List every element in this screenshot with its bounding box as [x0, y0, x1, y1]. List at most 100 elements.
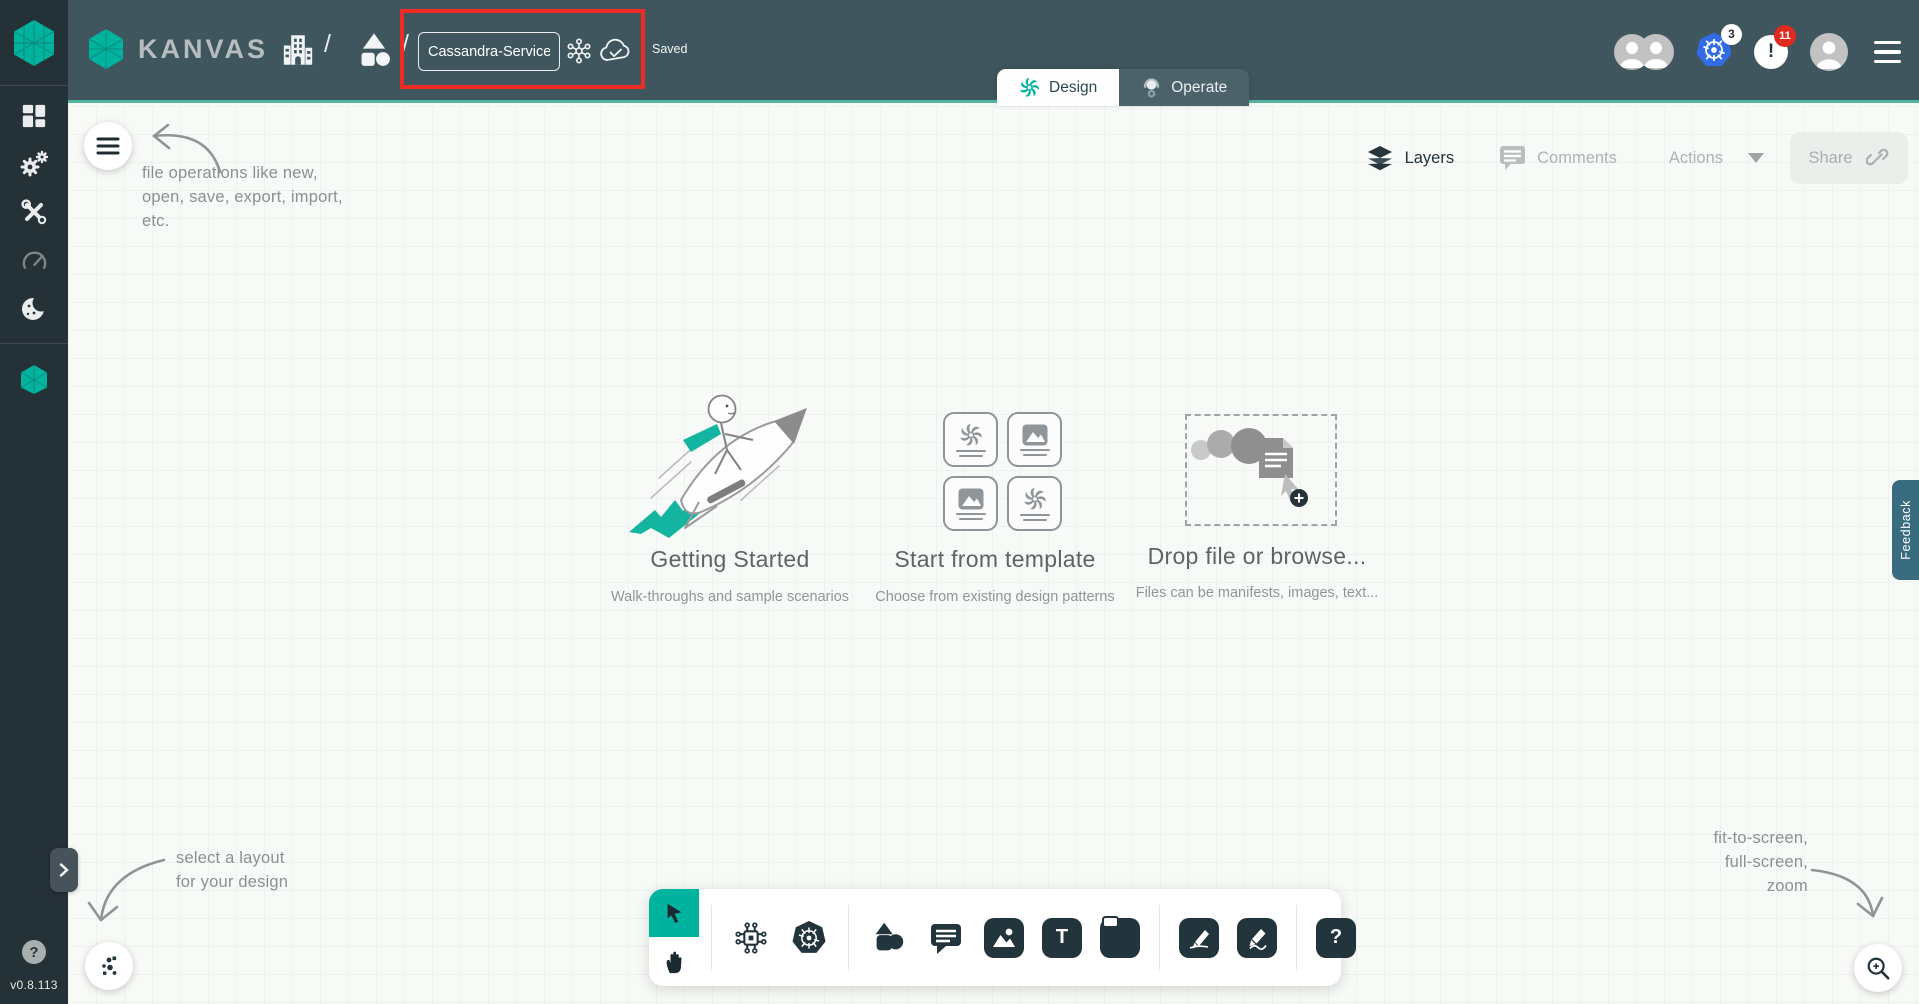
- layers-button[interactable]: Layers: [1366, 145, 1455, 171]
- tab-design[interactable]: Design: [997, 69, 1120, 106]
- frame-icon: [1102, 915, 1119, 928]
- design-canvas[interactable]: file operations like new, open, save, ex…: [68, 106, 1919, 1004]
- actions-label: Actions: [1668, 148, 1723, 167]
- merge-environment-button[interactable]: [560, 32, 598, 70]
- actions-dropdown[interactable]: Actions: [1669, 149, 1764, 168]
- magnifier-plus-icon: [1867, 957, 1890, 980]
- select-tool-button[interactable]: [649, 889, 699, 937]
- breadcrumb-separator-2: /: [402, 30, 409, 58]
- person-icon: [1644, 42, 1668, 68]
- design-swirl-icon: [1020, 77, 1039, 97]
- bottom-toolbar: T ?: [649, 889, 1356, 986]
- start-from-template-card[interactable]: [943, 412, 1062, 531]
- start-from-template-title[interactable]: Start from template: [894, 546, 1095, 573]
- rocket-sketch-illustration: [629, 394, 807, 538]
- meshery-logo[interactable]: [0, 0, 68, 86]
- user-avatar[interactable]: [1810, 33, 1848, 71]
- canvas-control-row: Layers Comments Actions Share: [1366, 132, 1908, 184]
- save-to-cloud-button[interactable]: [596, 32, 634, 70]
- workspace-shapes-icon: [361, 33, 390, 66]
- gears-icon: [20, 150, 49, 177]
- annotation-select-layout: select a layout for your design: [176, 849, 289, 891]
- annotation-file-operations: file operations like new, open, save, ex…: [142, 164, 343, 230]
- sidebar-item-toolbox[interactable]: [12, 195, 56, 229]
- meshery-hexagon-icon: [13, 19, 55, 66]
- operate-robot-icon: [1144, 78, 1160, 98]
- pen-icon: [1189, 929, 1209, 949]
- text-tool-button[interactable]: T: [1042, 917, 1082, 958]
- sidebar-item-settings[interactable]: [12, 147, 56, 181]
- app-header: KANVAS / / Cassandra-Service Saved Desig…: [68, 0, 1919, 106]
- sidebar-expand-handle[interactable]: [50, 848, 78, 892]
- drop-file-subtitle: Files can be manifests, images, text...: [1135, 585, 1379, 601]
- help-glyph: ?: [29, 943, 39, 961]
- design-name-input[interactable]: [418, 32, 560, 71]
- notifications-button[interactable]: ! 11: [1754, 25, 1796, 69]
- kanvas-logo-icon: [88, 29, 124, 69]
- component-chip-icon: [735, 921, 767, 954]
- tab-design-label: Design: [1049, 78, 1098, 96]
- drop-file-illustration: [1191, 428, 1308, 507]
- header-menu-button[interactable]: [1870, 37, 1905, 68]
- organization-button[interactable]: [281, 30, 315, 75]
- sidebar-item-performance[interactable]: [12, 243, 56, 277]
- breadcrumb-separator: /: [324, 30, 331, 58]
- comment-icon: [1500, 146, 1526, 170]
- comments-button[interactable]: Comments: [1499, 145, 1617, 171]
- help-button[interactable]: ?: [22, 940, 46, 964]
- chevron-down-icon: [1748, 153, 1764, 163]
- cluster-nodes-icon: [567, 38, 591, 64]
- getting-started-subtitle: Walk-throughs and sample scenarios: [610, 589, 850, 605]
- pen-tool-button[interactable]: [1179, 917, 1219, 958]
- image-icon: [1022, 424, 1047, 445]
- pencil-tool-button[interactable]: [1237, 917, 1277, 958]
- text-tool-glyph: T: [1055, 926, 1069, 948]
- help-tool-button[interactable]: ?: [1316, 917, 1356, 958]
- pan-tool-button[interactable]: [649, 937, 699, 986]
- component-tool-button[interactable]: [731, 918, 771, 958]
- kanvas-app: ? v0.8.113 KANVAS / / Cassandra-Service …: [0, 0, 1919, 1004]
- comment-icon: [931, 923, 961, 954]
- kubernetes-context-button[interactable]: 3: [1696, 23, 1742, 73]
- link-icon: [1865, 148, 1888, 166]
- workspace-button[interactable]: [356, 32, 392, 73]
- template-thumbnail: [943, 476, 998, 531]
- layers-label: Layers: [1404, 148, 1455, 167]
- hamburger-icon: [96, 137, 120, 155]
- design-swirl-icon: [959, 423, 982, 445]
- layout-selector-button[interactable]: [85, 942, 133, 990]
- collaborator-avatars[interactable]: [1614, 34, 1674, 70]
- hand-icon: [666, 951, 682, 973]
- organization-building-icon: [283, 35, 313, 65]
- tab-operate-label: Operate: [1171, 78, 1228, 96]
- drop-file-title[interactable]: Drop file or browse...: [1148, 543, 1367, 570]
- design-swirl-icon: [1023, 487, 1046, 509]
- question-glyph: ?: [1329, 926, 1343, 948]
- person-icon: [1816, 41, 1842, 69]
- comment-tool-button[interactable]: [926, 918, 966, 958]
- feedback-tab[interactable]: Feedback: [1892, 480, 1919, 580]
- getting-started-card[interactable]: [621, 382, 836, 547]
- sidebar-item-dashboard[interactable]: [12, 99, 56, 133]
- comments-label: Comments: [1537, 148, 1617, 167]
- image-icon: [958, 488, 983, 509]
- image-tool-button[interactable]: [984, 917, 1024, 958]
- cursor-icon: [667, 903, 682, 923]
- sidebar-item-catalog[interactable]: [12, 291, 56, 325]
- collaborator-avatar: [1638, 34, 1674, 70]
- kanvas-brand[interactable]: KANVAS: [86, 28, 268, 70]
- share-button[interactable]: Share: [1790, 132, 1908, 184]
- template-thumbnail: [943, 412, 998, 467]
- sidebar-item-kanvas-active[interactable]: [12, 362, 56, 396]
- drop-file-zone[interactable]: [1185, 414, 1337, 526]
- getting-started-title[interactable]: Getting Started: [650, 546, 809, 573]
- shapes-tool-button[interactable]: [868, 918, 908, 958]
- app-version: v0.8.113: [10, 978, 58, 992]
- shapes-icon: [875, 922, 904, 950]
- cloud-check-icon: [600, 38, 630, 61]
- canvas-menu-button[interactable]: [84, 122, 132, 170]
- zoom-controls-button[interactable]: [1854, 944, 1902, 992]
- tab-operate[interactable]: Operate: [1119, 69, 1250, 106]
- sticky-note-tool-button[interactable]: [1100, 915, 1140, 958]
- kubernetes-tool-button[interactable]: [789, 918, 829, 958]
